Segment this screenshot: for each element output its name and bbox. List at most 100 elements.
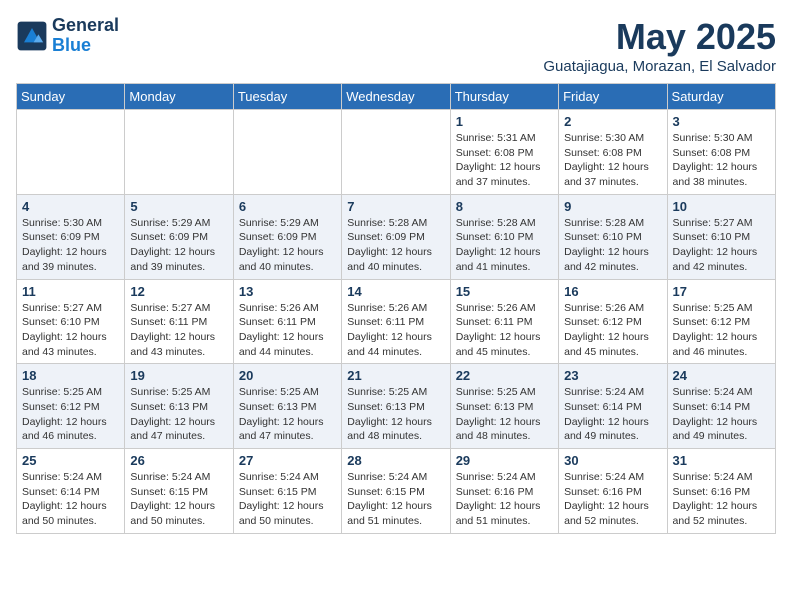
week-row-1: 1 Sunrise: 5:31 AMSunset: 6:08 PMDaylight… xyxy=(17,110,776,195)
calendar-cell xyxy=(233,110,341,195)
calendar-cell xyxy=(17,110,125,195)
calendar-table: SundayMondayTuesdayWednesdayThursdayFrid… xyxy=(16,83,776,534)
calendar-cell: 14 Sunrise: 5:26 AMSunset: 6:11 PMDayligh… xyxy=(342,279,450,364)
calendar-cell xyxy=(342,110,450,195)
day-info: Sunrise: 5:30 AMSunset: 6:08 PMDaylight:… xyxy=(673,131,770,190)
day-number: 21 xyxy=(347,368,444,383)
day-info: Sunrise: 5:29 AMSunset: 6:09 PMDaylight:… xyxy=(130,216,227,275)
week-row-3: 11Sunrise: 5:27 AMSunset: 6:10 PMDayligh… xyxy=(17,279,776,364)
calendar-header-row: SundayMondayTuesdayWednesdayThursdayFrid… xyxy=(17,84,776,110)
day-number: 30 xyxy=(564,453,661,468)
day-number: 26 xyxy=(130,453,227,468)
day-info: Sunrise: 5:28 AMSunset: 6:10 PMDaylight:… xyxy=(456,216,553,275)
day-info: Sunrise: 5:24 AMSunset: 6:14 PMDaylight:… xyxy=(564,385,661,444)
calendar-cell: 21 Sunrise: 5:25 AMSunset: 6:13 PMDayligh… xyxy=(342,364,450,449)
day-number: 5 xyxy=(130,199,227,214)
day-info: Sunrise: 5:27 AMSunset: 6:10 PMDaylight:… xyxy=(22,301,119,360)
calendar-cell: 4 Sunrise: 5:30 AMSunset: 6:09 PMDaylight… xyxy=(17,194,125,279)
calendar-cell: 5 Sunrise: 5:29 AMSunset: 6:09 PMDaylight… xyxy=(125,194,233,279)
day-number: 1 xyxy=(456,114,553,129)
calendar-cell: 30 Sunrise: 5:24 AMSunset: 6:16 PMDayligh… xyxy=(559,449,667,534)
day-number: 19 xyxy=(130,368,227,383)
logo-line2: Blue xyxy=(52,35,91,55)
day-info: Sunrise: 5:31 AMSunset: 6:08 PMDaylight:… xyxy=(456,131,553,190)
calendar-cell: 31 Sunrise: 5:24 AMSunset: 6:16 PMDayligh… xyxy=(667,449,775,534)
week-row-2: 4 Sunrise: 5:30 AMSunset: 6:09 PMDaylight… xyxy=(17,194,776,279)
logo-icon xyxy=(16,20,48,52)
calendar-cell: 19 Sunrise: 5:25 AMSunset: 6:13 PMDayligh… xyxy=(125,364,233,449)
calendar-cell: 22 Sunrise: 5:25 AMSunset: 6:13 PMDayligh… xyxy=(450,364,558,449)
weekday-header-saturday: Saturday xyxy=(667,84,775,110)
day-number: 27 xyxy=(239,453,336,468)
day-number: 14 xyxy=(347,284,444,299)
day-number: 25 xyxy=(22,453,119,468)
day-number: 4 xyxy=(22,199,119,214)
day-info: Sunrise: 5:24 AMSunset: 6:16 PMDaylight:… xyxy=(673,470,770,529)
day-info: Sunrise: 5:30 AMSunset: 6:08 PMDaylight:… xyxy=(564,131,661,190)
calendar-cell: 17 Sunrise: 5:25 AMSunset: 6:12 PMDayligh… xyxy=(667,279,775,364)
day-info: Sunrise: 5:24 AMSunset: 6:14 PMDaylight:… xyxy=(22,470,119,529)
calendar-cell: 11Sunrise: 5:27 AMSunset: 6:10 PMDayligh… xyxy=(17,279,125,364)
calendar-cell: 12Sunrise: 5:27 AMSunset: 6:11 PMDayligh… xyxy=(125,279,233,364)
week-row-5: 25 Sunrise: 5:24 AMSunset: 6:14 PMDayligh… xyxy=(17,449,776,534)
day-info: Sunrise: 5:28 AMSunset: 6:09 PMDaylight:… xyxy=(347,216,444,275)
week-row-4: 18Sunrise: 5:25 AMSunset: 6:12 PMDayligh… xyxy=(17,364,776,449)
calendar-cell: 3 Sunrise: 5:30 AMSunset: 6:08 PMDaylight… xyxy=(667,110,775,195)
day-number: 2 xyxy=(564,114,661,129)
calendar-cell: 24Sunrise: 5:24 AMSunset: 6:14 PMDayligh… xyxy=(667,364,775,449)
day-number: 31 xyxy=(673,453,770,468)
day-number: 8 xyxy=(456,199,553,214)
calendar-cell xyxy=(125,110,233,195)
calendar-cell: 29Sunrise: 5:24 AMSunset: 6:16 PMDayligh… xyxy=(450,449,558,534)
day-info: Sunrise: 5:26 AMSunset: 6:11 PMDaylight:… xyxy=(347,301,444,360)
title-block: May 2025 Guatajiagua, Morazan, El Salvad… xyxy=(543,16,776,75)
calendar-cell: 23 Sunrise: 5:24 AMSunset: 6:14 PMDayligh… xyxy=(559,364,667,449)
day-number: 16 xyxy=(564,284,661,299)
day-info: Sunrise: 5:24 AMSunset: 6:14 PMDaylight:… xyxy=(673,385,770,444)
weekday-header-sunday: Sunday xyxy=(17,84,125,110)
calendar-cell: 18Sunrise: 5:25 AMSunset: 6:12 PMDayligh… xyxy=(17,364,125,449)
day-info: Sunrise: 5:25 AMSunset: 6:13 PMDaylight:… xyxy=(456,385,553,444)
weekday-header-wednesday: Wednesday xyxy=(342,84,450,110)
day-info: Sunrise: 5:30 AMSunset: 6:09 PMDaylight:… xyxy=(22,216,119,275)
logo: General Blue xyxy=(16,16,119,56)
day-number: 23 xyxy=(564,368,661,383)
location: Guatajiagua, Morazan, El Salvador xyxy=(543,58,776,75)
day-info: Sunrise: 5:26 AMSunset: 6:12 PMDaylight:… xyxy=(564,301,661,360)
calendar-cell: 6Sunrise: 5:29 AMSunset: 6:09 PMDaylight… xyxy=(233,194,341,279)
calendar-cell: 15 Sunrise: 5:26 AMSunset: 6:11 PMDayligh… xyxy=(450,279,558,364)
day-number: 29 xyxy=(456,453,553,468)
day-number: 28 xyxy=(347,453,444,468)
day-info: Sunrise: 5:26 AMSunset: 6:11 PMDaylight:… xyxy=(456,301,553,360)
day-info: Sunrise: 5:24 AMSunset: 6:15 PMDaylight:… xyxy=(347,470,444,529)
day-info: Sunrise: 5:29 AMSunset: 6:09 PMDaylight:… xyxy=(239,216,336,275)
calendar-cell: 8 Sunrise: 5:28 AMSunset: 6:10 PMDaylight… xyxy=(450,194,558,279)
day-number: 9 xyxy=(564,199,661,214)
calendar-cell: 10Sunrise: 5:27 AMSunset: 6:10 PMDayligh… xyxy=(667,194,775,279)
calendar-cell: 25 Sunrise: 5:24 AMSunset: 6:14 PMDayligh… xyxy=(17,449,125,534)
day-info: Sunrise: 5:24 AMSunset: 6:16 PMDaylight:… xyxy=(564,470,661,529)
calendar-cell: 2 Sunrise: 5:30 AMSunset: 6:08 PMDaylight… xyxy=(559,110,667,195)
calendar-cell: 20Sunrise: 5:25 AMSunset: 6:13 PMDayligh… xyxy=(233,364,341,449)
calendar-cell: 7 Sunrise: 5:28 AMSunset: 6:09 PMDaylight… xyxy=(342,194,450,279)
day-number: 15 xyxy=(456,284,553,299)
day-number: 17 xyxy=(673,284,770,299)
day-info: Sunrise: 5:25 AMSunset: 6:13 PMDaylight:… xyxy=(239,385,336,444)
day-info: Sunrise: 5:25 AMSunset: 6:13 PMDaylight:… xyxy=(347,385,444,444)
day-info: Sunrise: 5:26 AMSunset: 6:11 PMDaylight:… xyxy=(239,301,336,360)
calendar-cell: 9Sunrise: 5:28 AMSunset: 6:10 PMDaylight… xyxy=(559,194,667,279)
day-number: 7 xyxy=(347,199,444,214)
day-number: 22 xyxy=(456,368,553,383)
weekday-header-friday: Friday xyxy=(559,84,667,110)
day-number: 13 xyxy=(239,284,336,299)
weekday-header-tuesday: Tuesday xyxy=(233,84,341,110)
calendar-cell: 27 Sunrise: 5:24 AMSunset: 6:15 PMDayligh… xyxy=(233,449,341,534)
day-info: Sunrise: 5:25 AMSunset: 6:12 PMDaylight:… xyxy=(673,301,770,360)
day-info: Sunrise: 5:24 AMSunset: 6:15 PMDaylight:… xyxy=(239,470,336,529)
calendar-cell: 26Sunrise: 5:24 AMSunset: 6:15 PMDayligh… xyxy=(125,449,233,534)
day-info: Sunrise: 5:25 AMSunset: 6:12 PMDaylight:… xyxy=(22,385,119,444)
calendar-cell: 13 Sunrise: 5:26 AMSunset: 6:11 PMDayligh… xyxy=(233,279,341,364)
day-number: 3 xyxy=(673,114,770,129)
day-info: Sunrise: 5:25 AMSunset: 6:13 PMDaylight:… xyxy=(130,385,227,444)
day-number: 10 xyxy=(673,199,770,214)
